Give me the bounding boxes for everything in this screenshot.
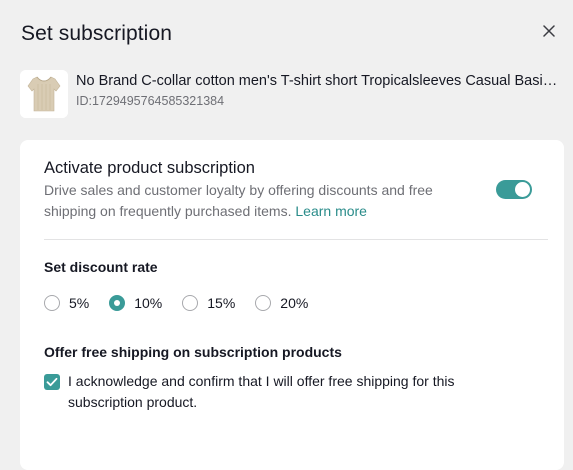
dialog-title: Set subscription	[21, 22, 173, 45]
close-button[interactable]	[538, 20, 560, 42]
radio-button[interactable]	[44, 295, 60, 311]
radio-label: 15%	[207, 295, 236, 311]
activate-subscription-toggle[interactable]	[496, 180, 532, 199]
tshirt-thumbnail-icon	[20, 70, 68, 118]
subscription-settings-card: Activate product subscription Drive sale…	[20, 140, 564, 470]
description-text: Drive sales and customer loyalty by offe…	[44, 182, 433, 219]
toggle-knob	[515, 182, 530, 197]
free-shipping-label: Offer free shipping on subscription prod…	[44, 344, 342, 360]
free-shipping-checkbox[interactable]	[44, 374, 60, 390]
radio-label: 5%	[69, 295, 90, 311]
subscription-dialog: Set subscription No Brand C-collar cotto…	[0, 0, 573, 470]
learn-more-link[interactable]: Learn more	[295, 203, 367, 219]
discount-rate-label: Set discount rate	[44, 259, 158, 275]
radio-label: 10%	[134, 295, 163, 311]
discount-option-5[interactable]: 5%	[44, 295, 89, 311]
checkmark-icon	[46, 377, 58, 387]
product-thumbnail	[20, 70, 68, 118]
discount-option-20[interactable]: 20%	[255, 295, 308, 311]
radio-button[interactable]	[182, 295, 199, 311]
product-name: No Brand C-collar cotton men's T-shirt s…	[76, 73, 560, 89]
activate-subscription-title: Activate product subscription	[44, 159, 255, 177]
radio-button[interactable]	[255, 295, 272, 311]
activate-subscription-description: Drive sales and customer loyalty by offe…	[44, 180, 474, 222]
divider	[44, 239, 548, 240]
discount-option-15[interactable]: 15%	[182, 295, 235, 311]
close-icon	[543, 25, 555, 37]
product-id: ID:1729495764585321384	[76, 94, 225, 108]
discount-rate-options: 5% 10% 15% 20%	[44, 293, 328, 313]
radio-label: 20%	[280, 295, 309, 311]
free-shipping-checkbox-label: I acknowledge and confirm that I will of…	[68, 373, 455, 410]
discount-option-10[interactable]: 10%	[109, 295, 162, 311]
product-summary: No Brand C-collar cotton men's T-shirt s…	[20, 70, 560, 118]
radio-button-selected[interactable]	[109, 295, 126, 311]
